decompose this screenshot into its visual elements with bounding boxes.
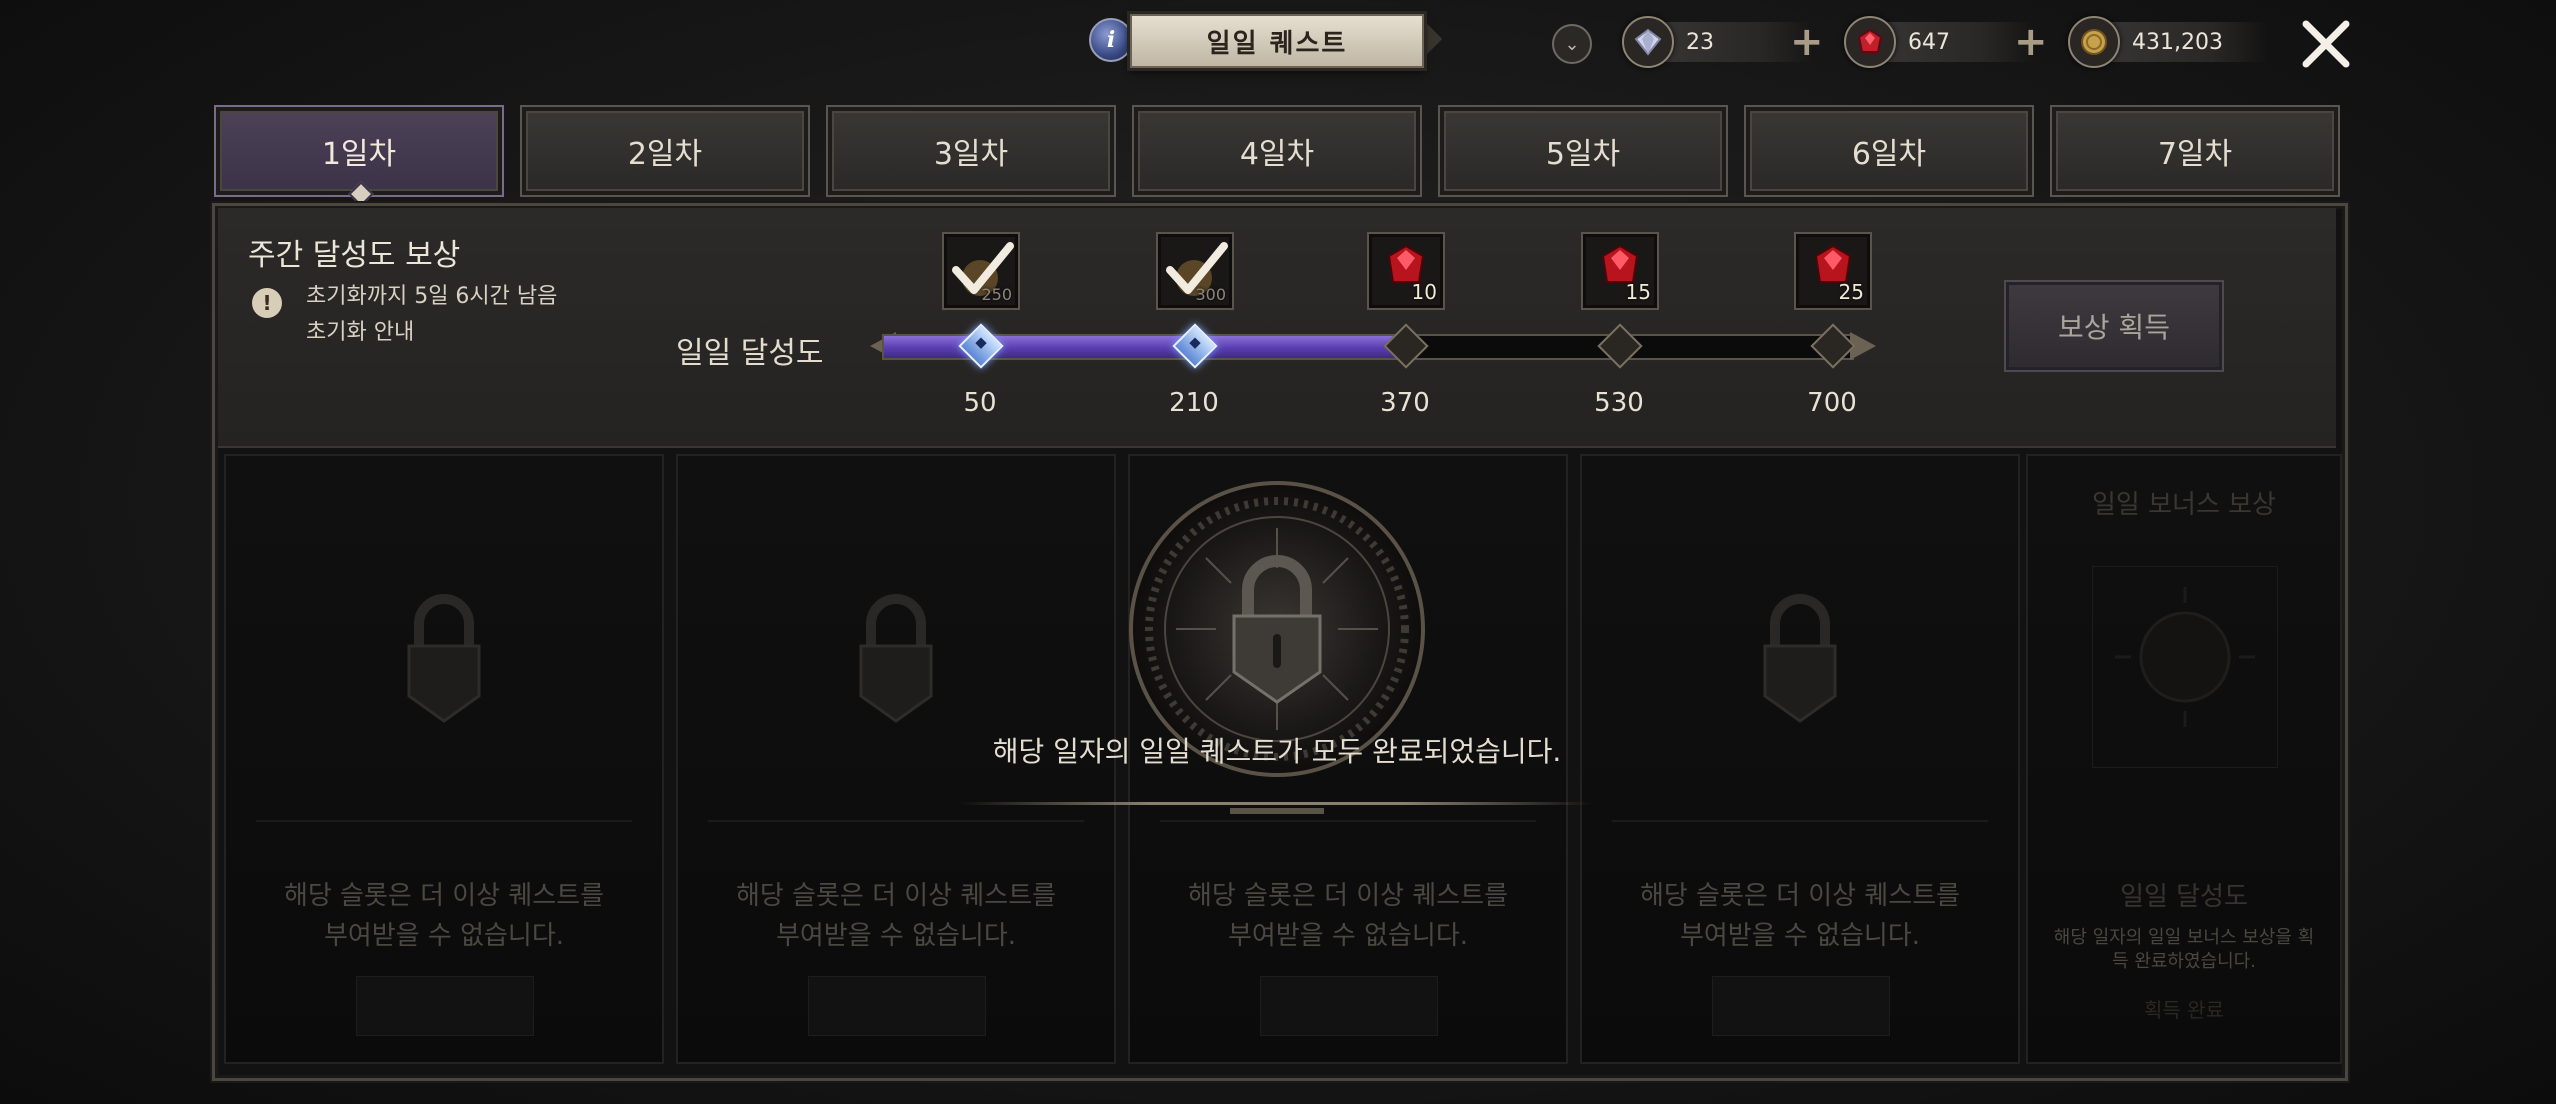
add-ruby-button[interactable]: + [2014,18,2048,66]
weekly-reward-title: 주간 달성도 보상 [248,238,461,273]
milestone-value: 370 [1380,388,1430,418]
slot-unavailable-message: 해당 슬롯은 더 이상 퀘스트를 부여받을 수 없습니다. [1582,876,2018,956]
gold-coin-icon [2068,16,2120,68]
slot-message-line: 부여받을 수 없습니다. [775,921,1017,951]
tab-label: 5일차 [1545,137,1621,172]
currency-ruby: 647 [1844,16,2034,68]
lock-icon [1763,594,1837,723]
milestone-reward-2[interactable]: 300 [1156,232,1234,310]
tab-day-6[interactable]: 6일차 [1744,105,2034,197]
slot-message-line: 해당 슬롯은 더 이상 퀘스트를 [735,881,1057,911]
quest-card-button-disabled [356,976,534,1036]
ruby-count: 647 [1908,29,1950,55]
slot-unavailable-message: 해당 슬롯은 더 이상 퀘스트를 부여받을 수 없습니다. [226,876,662,956]
chevron-down-icon[interactable]: ⌄ [1552,24,1592,64]
bonus-reward-title: 일일 보너스 보상 [2092,490,2276,520]
quest-card-1: 해당 슬롯은 더 이상 퀘스트를 부여받을 수 없습니다. [224,454,664,1064]
milestone-value: 50 [963,388,997,418]
milestone-reward-3[interactable]: 10 [1367,232,1445,310]
tab-label: 3일차 [933,137,1009,172]
tab-day-2[interactable]: 2일차 [520,105,810,197]
info-button[interactable]: i [1089,18,1133,62]
bonus-progress-label: 일일 달성도 [2120,882,2248,912]
reward-quantity: 15 [1625,280,1651,304]
warning-icon: ! [252,288,282,318]
reward-quantity: 300 [1195,285,1226,304]
quest-card-button-disabled [1712,976,1890,1036]
slot-message-line: 해당 슬롯은 더 이상 퀘스트를 [1187,881,1509,911]
quest-card-button-disabled [1260,976,1438,1036]
slot-message-line: 부여받을 수 없습니다. [323,921,565,951]
title-banner: i 일일 퀘스트 [1085,0,1440,78]
tab-label: 4일차 [1239,137,1315,172]
tab-day-5[interactable]: 5일차 [1438,105,1728,197]
reset-timer: 초기화까지 5일 6시간 남음 [306,284,558,309]
divider [256,820,632,822]
bonus-reward-frame [2092,566,2278,768]
all-quests-complete-message: 해당 일자의 일일 퀘스트가 모두 완료되었습니다. [992,735,1562,768]
add-diamond-button[interactable]: + [1790,18,1824,66]
ruby-icon [1844,16,1896,68]
tab-day-7[interactable]: 7일차 [2050,105,2340,197]
daily-progress-label: 일일 달성도 [676,336,824,371]
divider [1612,820,1988,822]
slot-unavailable-message: 해당 슬롯은 더 이상 퀘스트를 부여받을 수 없습니다. [678,876,1114,956]
lock-icon [407,594,481,723]
bonus-reward-card: 일일 보너스 보상 일일 달성도 해당 일자의 일일 보너스 보상을 획득 완료… [2026,454,2342,1064]
diamond-icon [1622,16,1674,68]
currency-diamond: 23 [1622,16,1812,68]
slot-message-line: 부여받을 수 없습니다. [1227,921,1469,951]
reward-quantity: 10 [1411,280,1437,304]
slot-message-line: 해당 슬롯은 더 이상 퀘스트를 [283,881,605,911]
quest-card-button-disabled [808,976,986,1036]
gold-count: 431,203 [2132,29,2223,55]
diamond-count: 23 [1686,29,1714,55]
close-button[interactable] [2296,14,2356,74]
reward-quantity: 250 [981,285,1012,304]
slot-message-line: 부여받을 수 없습니다. [1679,921,1921,951]
divider [708,820,1084,822]
milestone-reward-4[interactable]: 15 [1581,232,1659,310]
bonus-claimed-button: 획득 완료 [2144,998,2224,1022]
page-title: 일일 퀘스트 [1130,14,1424,68]
milestone-reward-1[interactable]: 250 [942,232,1020,310]
divider-ornament [1230,808,1324,814]
milestone-value: 210 [1169,388,1219,418]
reward-quantity: 25 [1838,280,1864,304]
tab-label: 1일차 [321,137,397,172]
tab-label: 7일차 [2157,137,2233,172]
slot-message-line: 해당 슬롯은 더 이상 퀘스트를 [1639,881,1961,911]
tab-day-3[interactable]: 3일차 [826,105,1116,197]
info-icon: i [1106,27,1116,53]
slot-unavailable-message: 해당 슬롯은 더 이상 퀘스트를 부여받을 수 없습니다. [1130,876,1566,956]
currency-gold: 431,203 [2068,16,2268,68]
tab-day-4[interactable]: 4일차 [1132,105,1422,197]
sun-emblem-icon [2115,587,2255,727]
milestone-reward-5[interactable]: 25 [1794,232,1872,310]
tab-day-1[interactable]: 1일차 [214,105,504,197]
reset-guide-link[interactable]: 초기화 안내 [306,314,414,346]
tab-label: 2일차 [627,137,703,172]
divider [1160,820,1536,822]
daily-progress-bar [882,334,1854,360]
divider [960,802,1594,805]
lock-icon [859,594,933,723]
claim-reward-button[interactable]: 보상 획득 [2004,280,2224,372]
close-icon [2302,20,2350,68]
milestone-value: 530 [1594,388,1644,418]
bonus-claimed-message: 해당 일자의 일일 보너스 보상을 획득 완료하였습니다. [2053,927,2315,972]
milestone-value: 700 [1807,388,1857,418]
tab-label: 6일차 [1851,137,1927,172]
